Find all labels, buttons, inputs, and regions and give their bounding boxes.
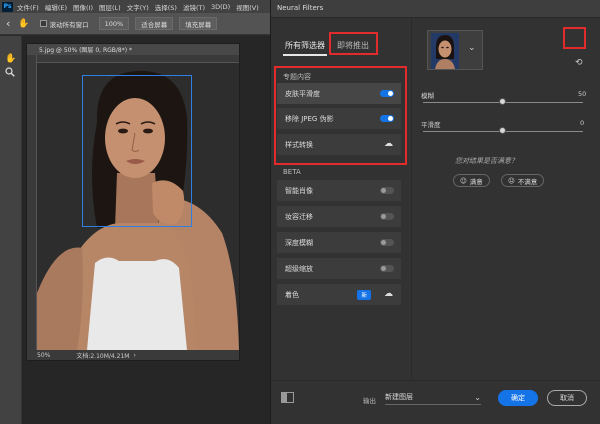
neural-filters-titlebar: Neural Filters xyxy=(271,0,600,18)
menu-bar: Ps 文件(F) 编辑(E) 图像(I) 图层(L) 文字(Y) 选择(S) 滤… xyxy=(0,0,270,13)
neural-filters-title: Neural Filters xyxy=(277,4,324,12)
menu-3d[interactable]: 3D(D) xyxy=(211,3,230,11)
document-info: 文档:2.10M/4.21M xyxy=(76,352,130,360)
image-canvas[interactable] xyxy=(37,63,239,350)
home-chevron-icon[interactable]: ‹ xyxy=(6,17,10,30)
status-arrow-icon[interactable]: › xyxy=(133,352,135,359)
scroll-all-label: 滚动所有窗口 xyxy=(49,20,89,29)
smoothness-value: 0 xyxy=(580,119,585,127)
tab-all-filters[interactable]: 所有筛选器 xyxy=(285,40,325,51)
filter-super-zoom[interactable]: 超级缩放 xyxy=(277,258,401,279)
zoom-level[interactable]: 50% xyxy=(37,352,50,359)
smart-portrait-toggle[interactable] xyxy=(380,187,394,194)
ok-button[interactable]: 确定 xyxy=(498,390,538,406)
document-window: 5.jpg @ 50% (图层 0, RGB/8*) * 50% 文档:2.10… xyxy=(26,43,240,361)
cancel-button[interactable]: 取消 xyxy=(547,390,587,406)
reference-thumbnail[interactable]: ⌄ xyxy=(427,30,483,70)
ruler-vertical xyxy=(27,55,37,350)
blur-value: 50 xyxy=(578,90,587,98)
beta-section-label: BETA xyxy=(283,168,301,176)
ruler-horizontal xyxy=(37,55,239,63)
unsatisfied-label: 不满意 xyxy=(517,177,538,186)
output-select[interactable]: 新建图层 ⌄ xyxy=(385,390,481,405)
filter-label: 超级缩放 xyxy=(285,264,313,273)
fit-screen-button[interactable]: 适合屏幕 xyxy=(135,17,174,30)
neural-filters-panel: Neural Filters 所有筛选器 即将推出 专题内容 皮肤平滑度 移除 … xyxy=(270,0,600,424)
reset-icon[interactable]: ⟲ xyxy=(575,58,583,68)
menu-file[interactable]: 文件(F) xyxy=(17,2,39,12)
panel-divider xyxy=(411,18,412,380)
output-select-value: 新建图层 xyxy=(385,393,413,401)
zoom-tool-icon[interactable] xyxy=(5,67,15,79)
depth-blur-toggle[interactable] xyxy=(380,239,394,246)
menu-layer[interactable]: 图层(L) xyxy=(99,2,121,12)
document-tab-title: 5.jpg @ 50% (图层 0, RGB/8*) * xyxy=(39,47,132,54)
fill-screen-button[interactable]: 填充屏幕 xyxy=(179,17,218,30)
output-label: 输出 xyxy=(363,397,376,405)
filter-makeup-transfer[interactable]: 妆容迁移 xyxy=(277,206,401,227)
options-bar: ‹ ✋ 滚动所有窗口 100% 适合屏幕 填充屏幕 xyxy=(0,13,270,35)
filter-label: 深度模糊 xyxy=(285,238,313,247)
chevron-down-icon[interactable]: ⌄ xyxy=(468,43,476,53)
smoothness-slider-knob[interactable] xyxy=(499,127,506,134)
tab-active-underline xyxy=(283,54,327,56)
chevron-down-icon: ⌄ xyxy=(474,392,481,402)
smile-icon: ☺ xyxy=(460,176,467,185)
filter-label: 智能肖像 xyxy=(285,186,313,195)
unsatisfied-button[interactable]: ☹ 不满意 xyxy=(501,174,545,187)
document-tab[interactable]: 5.jpg @ 50% (图层 0, RGB/8*) * xyxy=(27,44,239,55)
filter-colorize[interactable]: 着色 新 ☁ xyxy=(277,284,401,305)
photoshop-logo-icon: Ps xyxy=(2,1,13,12)
hand-tool-icon[interactable]: ✋ xyxy=(5,54,16,64)
zoom-100-button[interactable]: 100% xyxy=(98,17,130,30)
filter-smart-portrait[interactable]: 智能肖像 xyxy=(277,180,401,201)
menu-image[interactable]: 图像(I) xyxy=(73,2,93,12)
compare-view-icon[interactable] xyxy=(281,392,294,403)
footer-divider xyxy=(271,380,600,381)
filter-label: 妆容迁移 xyxy=(285,212,313,221)
makeup-transfer-toggle[interactable] xyxy=(380,213,394,220)
tool-panel: ✋ xyxy=(0,36,22,424)
menu-filter[interactable]: 滤镜(T) xyxy=(183,2,205,12)
menu-type[interactable]: 文字(Y) xyxy=(127,2,149,12)
highlight-coming-soon xyxy=(329,32,378,55)
blur-slider-knob[interactable] xyxy=(499,98,506,105)
document-status-bar: 50% 文档:2.10M/4.21M › xyxy=(27,350,239,360)
cloud-download-icon[interactable]: ☁ xyxy=(384,290,393,299)
smoothness-label: 平滑度 xyxy=(421,121,441,129)
satisfied-button[interactable]: ☺ 满意 xyxy=(453,174,490,187)
filter-depth-blur[interactable]: 深度模糊 xyxy=(277,232,401,253)
new-badge: 新 xyxy=(357,290,371,300)
highlight-featured xyxy=(274,66,407,165)
hand-tool-icon[interactable]: ✋ xyxy=(18,19,29,29)
frown-icon: ☹ xyxy=(508,176,515,185)
menu-edit[interactable]: 编辑(E) xyxy=(45,2,67,12)
blur-label: 模糊 xyxy=(421,92,434,100)
face-detection-box xyxy=(82,75,192,227)
highlight-empty-area xyxy=(563,27,586,49)
scroll-all-checkbox[interactable] xyxy=(39,20,47,27)
menu-view[interactable]: 视图(V) xyxy=(236,2,259,12)
satisfied-label: 满意 xyxy=(469,177,483,186)
portrait-thumbnail xyxy=(431,33,459,69)
filter-label: 着色 xyxy=(285,290,299,299)
super-zoom-toggle[interactable] xyxy=(380,265,394,272)
menu-select[interactable]: 选择(S) xyxy=(155,2,177,12)
feedback-question: 您对结果是否满意？ xyxy=(455,157,518,165)
